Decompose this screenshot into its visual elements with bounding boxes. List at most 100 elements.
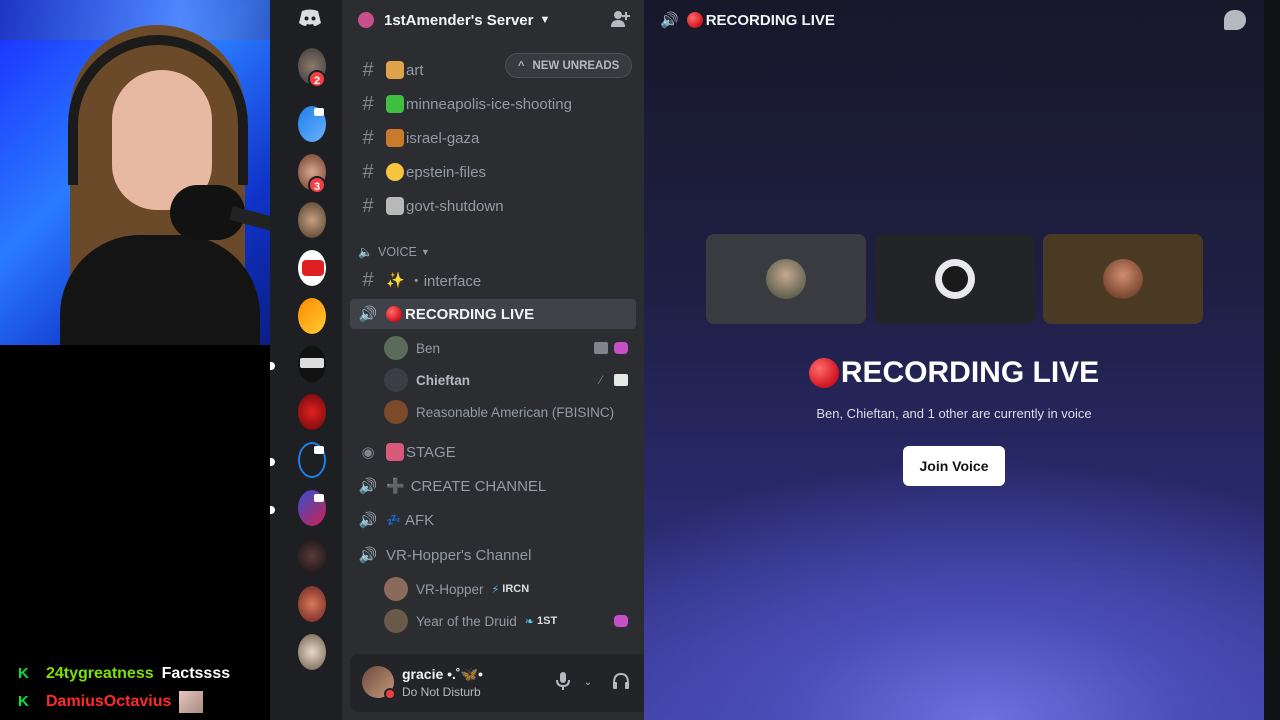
unread-badge: 3: [308, 176, 326, 194]
plus-emoji-icon: ➕: [386, 478, 405, 495]
voice-user-name: Ben: [416, 340, 441, 356]
server-icon[interactable]: [298, 586, 326, 622]
chat-username: DamiusOctavius: [46, 693, 172, 710]
leaf-icon: ❧: [524, 615, 535, 628]
voice-user-ben[interactable]: Ben: [384, 335, 634, 361]
voice-user-reasonable-american[interactable]: Reasonable American (FBISINC): [384, 399, 634, 425]
participant-tile[interactable]: [1043, 234, 1203, 324]
channel-epstein-files[interactable]: # epstein-files: [350, 157, 636, 187]
server-name: 1stAmender's Server: [384, 11, 534, 29]
channel-israel-gaza[interactable]: # israel-gaza: [350, 123, 636, 153]
avatar: [384, 336, 408, 360]
shushing-face-emoji-icon: [386, 163, 404, 181]
channel-name: RECORDING LIVE: [405, 305, 535, 323]
participant-tile[interactable]: [875, 234, 1035, 324]
server-unread-pill: [270, 362, 275, 370]
new-unreads-button[interactable]: ^ NEW UNREADS: [505, 53, 633, 78]
voice-user-status: [594, 342, 628, 354]
category-voice[interactable]: 🔈 VOICE ▼: [358, 242, 430, 262]
stage-channel[interactable]: ◉ STAGE: [350, 437, 636, 467]
chevron-down-icon: ▼: [539, 14, 551, 26]
hash-icon: #: [362, 126, 374, 149]
window-edge: [1264, 0, 1280, 720]
server-indicator: [314, 494, 324, 502]
channel-name: epstein-files: [406, 163, 487, 181]
activity-image-icon: [614, 374, 628, 386]
afk-channel[interactable]: 🔊 💤 AFK: [350, 505, 636, 535]
speaker-icon: 🔊: [358, 547, 378, 564]
server-icon[interactable]: [298, 634, 326, 670]
red-circle-emoji-icon: [808, 358, 839, 388]
discord-logo-icon[interactable]: [298, 8, 322, 32]
voice-user-chieftan[interactable]: Chieftan ⁄: [384, 367, 634, 393]
channel-sidebar: 1stAmender's Server ▼ # art ^ NEW UNREAD…: [342, 0, 708, 720]
voice-channel-title: RECORDING LIVE: [644, 356, 1264, 390]
speaker-icon: 🔊: [358, 306, 378, 323]
unread-badge: 2: [308, 70, 326, 88]
avatar: [935, 259, 975, 299]
hash-icon: #: [362, 92, 374, 115]
discord-app: 2 3 1stAmender's Server ▼ # art ^ NEW UN…: [270, 0, 1280, 720]
server-rail: 2 3: [270, 0, 342, 720]
channel-name: STAGE: [406, 443, 456, 461]
lightning-icon: ⚡: [491, 583, 500, 596]
chat-bubble-icon[interactable]: [1224, 10, 1246, 30]
server-icon[interactable]: [298, 538, 326, 574]
microphone-icon[interactable]: [552, 672, 574, 694]
speaker-icon: 🔊: [660, 12, 679, 29]
server-icon[interactable]: [298, 346, 326, 382]
create-channel-voice[interactable]: 🔊 ➕ CREATE CHANNEL: [350, 471, 636, 501]
vr-hopper-channel[interactable]: 🔊 VR-Hopper's Channel: [350, 540, 636, 570]
channel-interface[interactable]: # ✨ ・interface: [350, 265, 636, 295]
hash-icon: #: [362, 194, 374, 217]
server-header[interactable]: 1stAmender's Server ▼: [342, 0, 644, 40]
stream-chat-overlay: K 24tygreatness Factssss K DamiusOctaviu…: [18, 660, 278, 716]
server-icon[interactable]: [298, 250, 326, 286]
category-label: VOICE: [378, 245, 417, 259]
headphones-icon[interactable]: [610, 672, 632, 694]
chat-message: Factssss: [161, 665, 231, 682]
zzz-emoji-icon: 💤: [386, 513, 401, 527]
voice-user-name: VR-Hopper: [416, 581, 484, 597]
building-emoji-icon: [386, 129, 404, 147]
username[interactable]: gracie •.˚🦋•: [402, 666, 483, 683]
chat-emote-image: [179, 691, 204, 713]
activity-icon: [614, 342, 628, 354]
voice-channel-recording-live[interactable]: 🔊 RECORDING LIVE: [350, 299, 636, 329]
server-icon[interactable]: [298, 298, 326, 334]
hash-icon: #: [362, 160, 374, 183]
channel-name: minneapolis-ice-shooting: [406, 95, 572, 113]
channel-govt-shutdown[interactable]: # govt-shutdown: [350, 191, 636, 221]
channel-name: CREATE CHANNEL: [410, 477, 547, 495]
join-voice-button[interactable]: Join Voice: [903, 446, 1005, 486]
channel-header: 🔊 RECORDING LIVE: [644, 0, 1264, 40]
avatar: [384, 577, 408, 601]
red-circle-emoji-icon: [386, 306, 402, 322]
voice-user-status: ⁄: [594, 374, 628, 386]
server-icon[interactable]: [298, 202, 326, 238]
video-camera-icon: [594, 342, 608, 354]
chat-line: K 24tygreatness Factssss: [18, 660, 278, 688]
speaker-icon: 🔊: [358, 478, 378, 495]
voice-user-year-of-the-druid[interactable]: Year of the Druid ❧ 1ST: [384, 608, 634, 634]
chevron-down-icon[interactable]: ⌄: [582, 674, 594, 692]
participant-tile[interactable]: [706, 234, 866, 324]
avatar: [1103, 259, 1143, 299]
channel-minneapolis-ice-shooting[interactable]: # minneapolis-ice-shooting: [350, 89, 636, 119]
server-unread-pill: [270, 458, 275, 466]
red-circle-emoji-icon: [686, 12, 703, 28]
voice-user-vr-hopper[interactable]: VR-Hopper ⚡ IRCN: [384, 576, 634, 602]
speaker-emoji-icon: 🔈: [358, 245, 373, 259]
chat-username: 24tygreatness: [46, 665, 154, 682]
server-indicator: [314, 108, 324, 116]
channel-header-title: RECORDING LIVE: [686, 11, 835, 29]
server-tag-label: 1ST: [537, 615, 558, 627]
avatar: [384, 400, 408, 424]
voice-channel-title-text: RECORDING LIVE: [840, 356, 1100, 389]
add-member-icon[interactable]: [610, 10, 630, 30]
server-icon[interactable]: [298, 394, 326, 430]
kick-badge-icon: K: [18, 665, 29, 682]
header-title-text: RECORDING LIVE: [705, 11, 835, 29]
channel-name: VR-Hopper's Channel: [386, 546, 532, 564]
dnd-status-icon: [384, 688, 396, 700]
